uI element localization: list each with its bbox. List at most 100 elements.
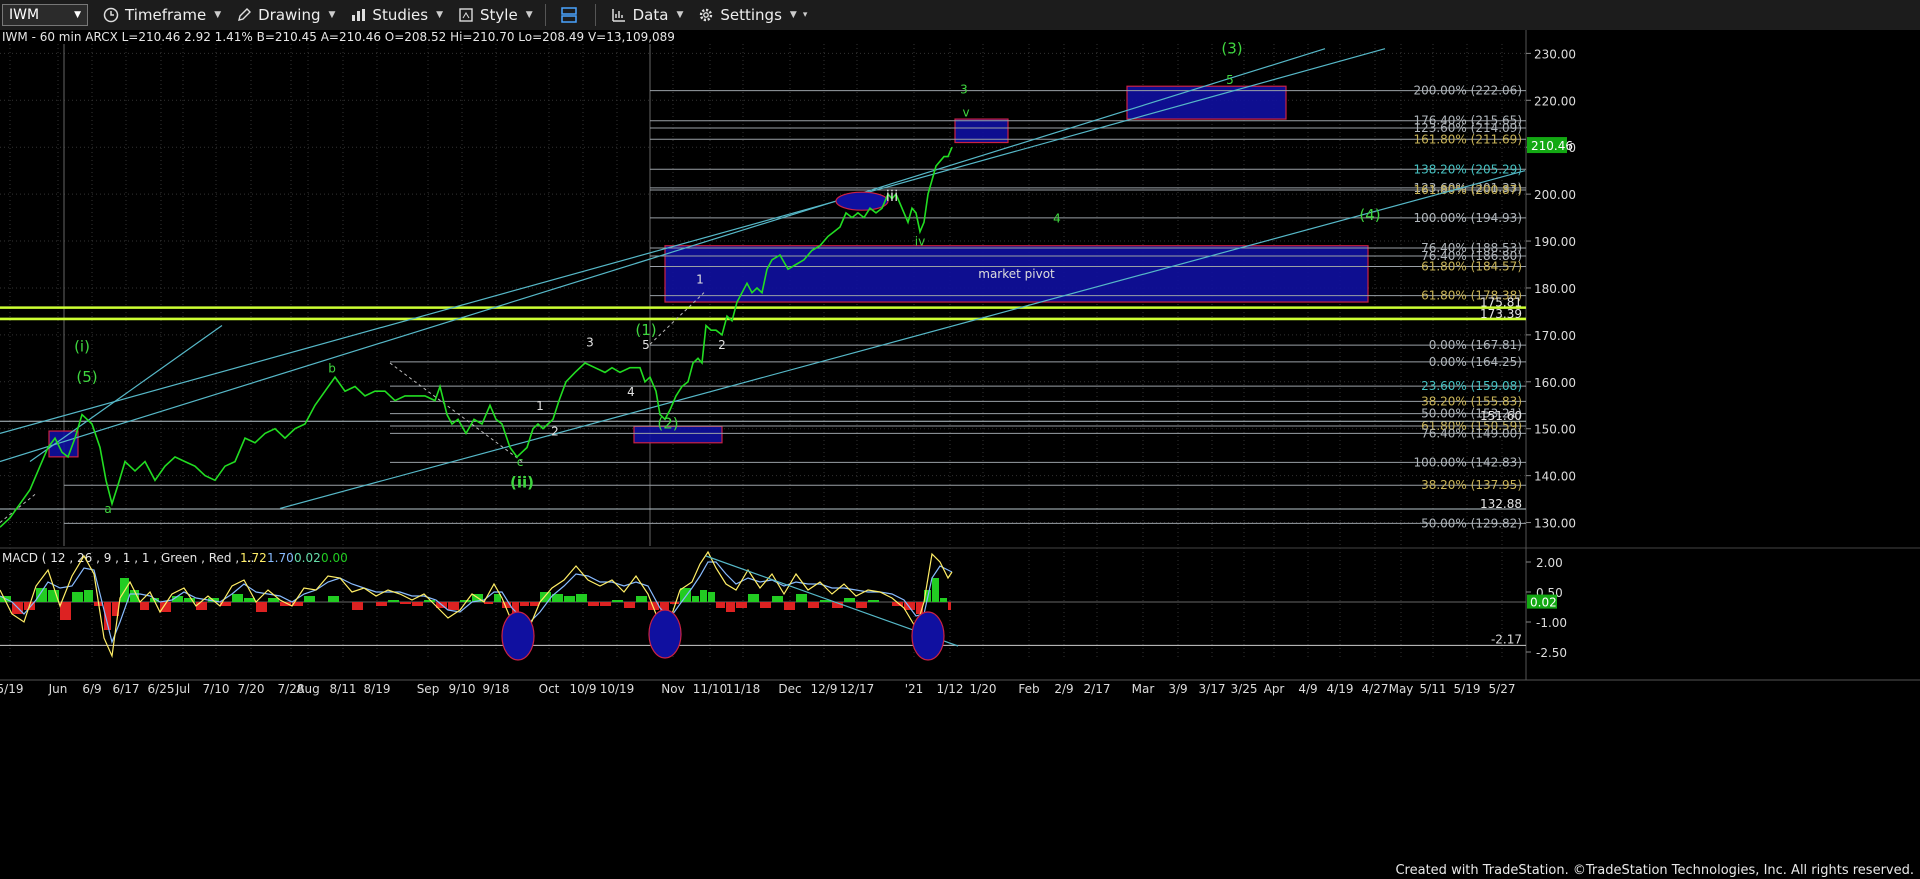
x-tick-label: 3/9 bbox=[1168, 682, 1187, 696]
x-tick-label: 8/19 bbox=[364, 682, 391, 696]
macd-histogram-bar bbox=[244, 598, 255, 602]
chart-header: IWM - 60 min ARCX L=210.46 2.92 1.41% B=… bbox=[2, 30, 675, 44]
x-tick-label: 3/25 bbox=[1231, 682, 1258, 696]
studies-button[interactable]: Studies ▼ bbox=[349, 6, 443, 24]
macd-histogram-bar bbox=[748, 594, 759, 602]
macd-histogram-bar bbox=[304, 596, 315, 602]
macd-histogram-bar bbox=[680, 588, 691, 602]
fib-label: 0.00% (167.81) bbox=[1429, 338, 1522, 352]
macd-histogram-bar bbox=[692, 596, 699, 602]
y-tick-label: 180.00 bbox=[1534, 282, 1576, 296]
x-tick-label: Nov bbox=[661, 682, 684, 696]
fib-label: 50.00% (129.82) bbox=[1421, 516, 1522, 530]
x-tick-label: Oct bbox=[539, 682, 560, 696]
macd-level-label: -2.17 bbox=[1491, 632, 1522, 646]
style-button[interactable]: Style ▼ bbox=[457, 6, 533, 24]
x-tick-label: 10/19 bbox=[600, 682, 635, 696]
caret-down-icon: ▼ bbox=[525, 10, 533, 20]
wave-label: 3 bbox=[586, 336, 594, 350]
macd-histogram-bar bbox=[196, 602, 207, 610]
wave-label: 4 bbox=[627, 385, 635, 399]
symbol-selector[interactable]: IWM ▼ bbox=[2, 4, 88, 26]
wave-label: v bbox=[962, 106, 969, 120]
fib-label: 161.80% (211.69) bbox=[1413, 132, 1522, 146]
data-button[interactable]: Data ▼ bbox=[610, 6, 684, 24]
caret-down-icon: ▼ bbox=[676, 10, 684, 20]
macd-histogram-bar bbox=[530, 602, 539, 606]
x-tick-label: May bbox=[1389, 682, 1414, 696]
macd-histogram-bar bbox=[760, 602, 771, 608]
x-tick-label: 5/11 bbox=[1420, 682, 1447, 696]
y-tick-label: 160.00 bbox=[1534, 376, 1576, 390]
macd-histogram-bar bbox=[624, 602, 635, 608]
x-tick-label: Aug bbox=[296, 682, 319, 696]
y-tick-label: 170.00 bbox=[1534, 329, 1576, 343]
macd-highlight-ellipse bbox=[501, 611, 535, 661]
wave-label: 2 bbox=[551, 425, 559, 439]
wave-label: (i) bbox=[74, 337, 90, 355]
macd-histogram-bar bbox=[600, 602, 611, 606]
wave-label: iv bbox=[915, 235, 925, 249]
x-tick-label: 7/20 bbox=[238, 682, 265, 696]
level-label: 132.88 bbox=[1480, 497, 1522, 511]
x-tick-label: Sep bbox=[417, 682, 440, 696]
x-tick-label: 12/9 bbox=[811, 682, 838, 696]
timeframe-button[interactable]: Timeframe ▼ bbox=[102, 6, 221, 24]
price-chart[interactable]: IWM - 60 min ARCX L=210.46 2.92 1.41% B=… bbox=[0, 30, 1920, 868]
macd-value: 0.00 bbox=[321, 551, 348, 565]
settings-label: Settings bbox=[720, 6, 782, 24]
macd-histogram-bar bbox=[808, 602, 819, 608]
clock-icon bbox=[102, 7, 120, 23]
fib-label: 100.00% (142.83) bbox=[1413, 455, 1522, 469]
macd-histogram-bar bbox=[232, 594, 243, 602]
x-tick-label: '21 bbox=[905, 682, 924, 696]
level-label: 173.39 bbox=[1480, 307, 1522, 321]
x-tick-label: 4/9 bbox=[1298, 682, 1317, 696]
x-tick-label: Dec bbox=[778, 682, 801, 696]
macd-histogram-bar bbox=[636, 596, 647, 602]
macd-histogram-bar bbox=[60, 602, 71, 620]
fib-label: 138.20% (205.29) bbox=[1413, 162, 1522, 176]
x-tick-label: Jul bbox=[175, 682, 190, 696]
fib-label: 200.00% (222.06) bbox=[1413, 84, 1522, 98]
x-tick-label: 7/10 bbox=[203, 682, 230, 696]
fib-label: 100.00% (194.93) bbox=[1413, 211, 1522, 225]
macd-histogram-bar bbox=[520, 602, 529, 606]
caret-down-icon: ▼ bbox=[436, 10, 443, 20]
x-tick-label: 10/9 bbox=[570, 682, 597, 696]
box-label: market pivot bbox=[978, 267, 1055, 281]
caret-down-icon: ▼ bbox=[328, 10, 336, 20]
macd-histogram-bar bbox=[784, 602, 795, 610]
x-tick-label: Jun bbox=[48, 682, 68, 696]
wave-label: 5 bbox=[1226, 73, 1234, 87]
x-tick-label: Feb bbox=[1018, 682, 1039, 696]
macd-histogram-bar bbox=[796, 594, 807, 602]
wave-label: 1 bbox=[536, 399, 544, 413]
x-tick-label: 6/17 bbox=[113, 682, 140, 696]
settings-button[interactable]: Settings ▼ ▾ bbox=[697, 6, 807, 24]
wave-label: iii bbox=[886, 187, 899, 205]
x-tick-label: 9/10 bbox=[449, 682, 476, 696]
macd-histogram-bar bbox=[140, 602, 149, 610]
wave-label: 2 bbox=[718, 338, 726, 352]
wave-label: (1) bbox=[635, 321, 656, 339]
drawing-button[interactable]: Drawing ▼ bbox=[235, 6, 335, 24]
macd-histogram-bar bbox=[388, 600, 399, 602]
caret-down-icon: ▼ bbox=[214, 10, 222, 20]
macd-histogram-bar bbox=[400, 602, 411, 604]
pencil-icon bbox=[235, 7, 253, 23]
x-tick-label: Mar bbox=[1132, 682, 1155, 696]
macd-histogram-bar bbox=[904, 602, 915, 610]
fib-label: 23.60% (159.08) bbox=[1421, 379, 1522, 393]
chevron-down-icon: ▼ bbox=[74, 10, 81, 20]
macd-histogram-bar bbox=[948, 602, 951, 610]
drawing-label: Drawing bbox=[258, 6, 321, 24]
macd-histogram-bar bbox=[772, 596, 783, 602]
x-tick-label: 12/17 bbox=[840, 682, 875, 696]
layout-button[interactable] bbox=[560, 7, 583, 23]
fib-label: 38.20% (137.95) bbox=[1421, 478, 1522, 492]
macd-histogram-bar bbox=[36, 588, 47, 602]
x-tick-label: 2/17 bbox=[1084, 682, 1111, 696]
macd-histogram-bar bbox=[700, 590, 707, 602]
macd-value: 1.72 bbox=[240, 551, 267, 565]
